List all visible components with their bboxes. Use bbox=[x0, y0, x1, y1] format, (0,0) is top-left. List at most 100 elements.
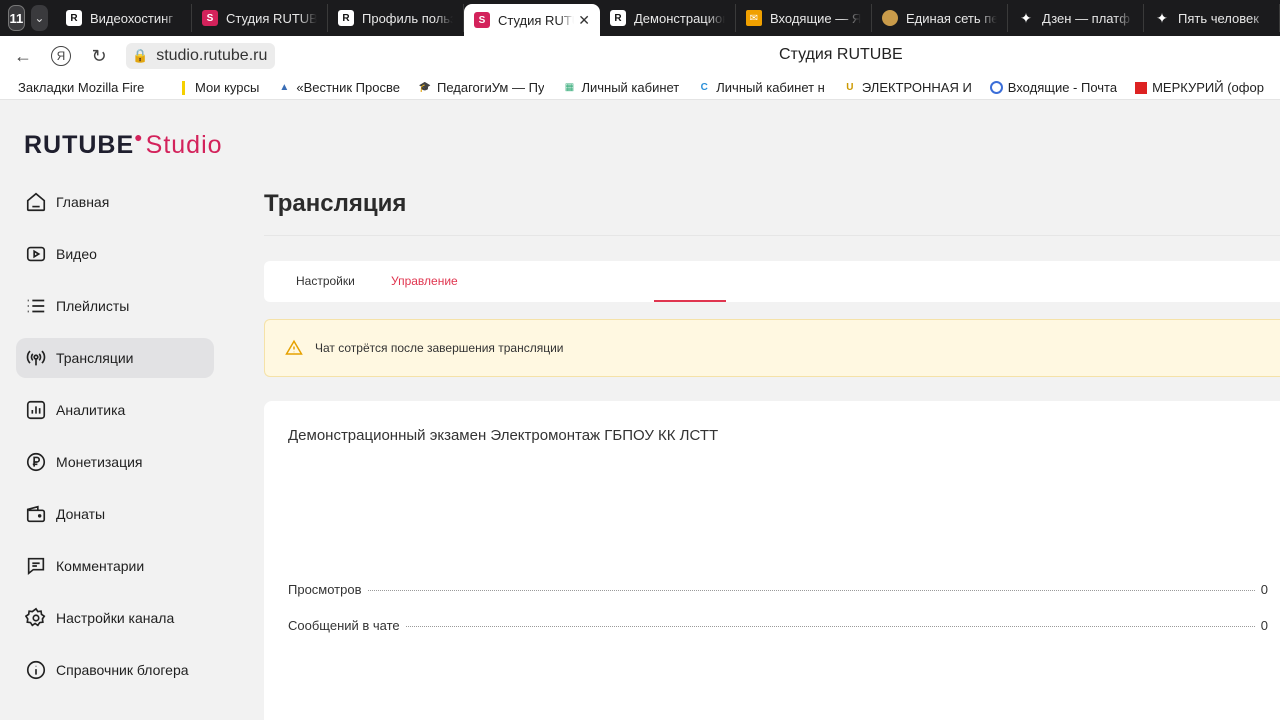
bookmark-item[interactable]: ▦ Личный кабинет bbox=[562, 80, 680, 95]
browser-tab[interactable]: ✉ Входящие — Я bbox=[736, 4, 872, 32]
logo-text-studio: Studio bbox=[145, 131, 223, 159]
rutube-favicon-icon: R bbox=[338, 10, 354, 26]
sidebar-item-label: Аналитика bbox=[56, 402, 126, 418]
tab-management[interactable]: Управление bbox=[391, 274, 458, 288]
studio-favicon-icon: S bbox=[202, 10, 218, 26]
close-icon[interactable]: ✕ bbox=[578, 12, 590, 29]
sidebar-item-label: Донаты bbox=[56, 506, 106, 522]
sidebar-item-label: Плейлисты bbox=[56, 298, 130, 314]
dotted-leader bbox=[367, 590, 1255, 591]
sidebar-item-analytics[interactable]: Аналитика bbox=[16, 390, 214, 430]
rutube-favicon-icon: R bbox=[66, 10, 82, 26]
sidebar-item-comments[interactable]: Комментарии bbox=[16, 546, 214, 586]
bookmark-item[interactable]: ▲ «Вестник Просве bbox=[277, 80, 400, 95]
sidebar-item-label: Настройки канала bbox=[56, 610, 175, 626]
sidebar-item-home[interactable]: Главная bbox=[16, 182, 214, 222]
back-button[interactable]: ← bbox=[8, 41, 38, 71]
tab-title: Профиль польз bbox=[362, 10, 453, 26]
stat-label: Сообщений в чате bbox=[288, 618, 400, 633]
browser-tab[interactable]: Единая сеть пе bbox=[872, 4, 1008, 32]
tab-counter-button[interactable]: 11 bbox=[8, 5, 25, 31]
bookmark-label: Закладки Mozilla Fire bbox=[18, 80, 145, 95]
bookmark-label: ЭЛЕКТРОННАЯ И bbox=[861, 80, 972, 95]
chevron-down-icon: ⌄ bbox=[34, 11, 45, 25]
tab-title: Дзен — платф bbox=[1042, 10, 1130, 26]
browser-tab[interactable]: R Профиль польз bbox=[328, 4, 464, 32]
bookmark-folder[interactable]: Закладки Mozilla Fire⌵ bbox=[18, 80, 148, 95]
dotted-leader bbox=[405, 626, 1255, 627]
mail-icon: ✉ bbox=[746, 10, 762, 26]
tab-title: Студия RUTUBE bbox=[498, 12, 574, 28]
video-icon bbox=[24, 242, 48, 266]
sidebar-item-video[interactable]: Видео bbox=[16, 234, 214, 274]
bookmark-item[interactable]: U ЭЛЕКТРОННАЯ И bbox=[843, 80, 972, 95]
tab-title: Студия RUTUBE bbox=[226, 10, 317, 26]
broadcast-icon bbox=[24, 346, 48, 370]
bookmark-label: Личный кабинет bbox=[581, 80, 680, 95]
tab-title: Демонстрацион bbox=[634, 10, 725, 26]
stat-value: 0 bbox=[1260, 618, 1268, 633]
yandex-icon: Я bbox=[51, 46, 71, 66]
sidebar-item-playlists[interactable]: Плейлисты bbox=[16, 286, 214, 326]
browser-tab[interactable]: S Студия RUTUBE bbox=[192, 4, 328, 32]
bookmark-label: МЕРКУРИЙ (офор bbox=[1152, 80, 1264, 95]
sidebar-item-channel-settings[interactable]: Настройки канала bbox=[16, 598, 214, 638]
sidebar-item-monetization[interactable]: Монетизация bbox=[16, 442, 214, 482]
home-icon bbox=[24, 190, 48, 214]
tab-title: Единая сеть пе bbox=[906, 10, 997, 26]
bookmark-item[interactable]: C Личный кабинет н bbox=[697, 80, 825, 95]
browser-tab[interactable]: ✦ Дзен — платф bbox=[1008, 4, 1144, 32]
vestnik-icon: ▲ bbox=[279, 82, 290, 93]
stat-views: Просмотров 0 bbox=[288, 582, 1268, 597]
lock-icon: 🔒 bbox=[132, 48, 149, 63]
bookmark-item[interactable]: 🎓 ПедагогиУм — Пу bbox=[418, 80, 545, 95]
stat-value: 0 bbox=[1260, 582, 1268, 597]
bookmark-item[interactable]: Входящие - Почта bbox=[989, 80, 1117, 95]
browser-tab-active[interactable]: S Студия RUTUBE✕ bbox=[464, 4, 600, 36]
rutube-favicon-icon: R bbox=[610, 10, 626, 26]
page-title: Трансляция bbox=[264, 190, 407, 217]
browser-tab[interactable]: R Демонстрацион bbox=[600, 4, 736, 32]
rutube-studio-logo[interactable]: RUTUBE●Studio bbox=[24, 129, 223, 160]
sidebar-item-label: Комментарии bbox=[56, 558, 145, 574]
browser-tab[interactable]: ✦ Пять человек bbox=[1144, 4, 1280, 32]
bookmark-item[interactable]: Мои курсы bbox=[176, 80, 259, 95]
browser-tab[interactable]: R Видеохостинг bbox=[56, 4, 192, 32]
tab-title: Пять человек bbox=[1178, 10, 1259, 26]
bookmark-item[interactable]: МЕРКУРИЙ (офор bbox=[1135, 80, 1264, 95]
bookmark-label: Мои курсы bbox=[195, 80, 260, 95]
reload-icon: ↻ bbox=[91, 45, 107, 66]
tab-settings[interactable]: Настройки bbox=[296, 274, 355, 288]
tab-list-button[interactable]: ⌄ bbox=[30, 5, 48, 31]
comment-icon bbox=[24, 554, 48, 578]
sidebar-item-blogger-guide[interactable]: Справочник блогера bbox=[16, 650, 214, 690]
star-icon: ✦ bbox=[1020, 9, 1032, 26]
title-divider bbox=[264, 235, 1280, 236]
cube-icon bbox=[1135, 81, 1148, 94]
bookmark-label: Личный кабинет н bbox=[716, 80, 825, 95]
wallet-icon bbox=[24, 502, 48, 526]
logo-text-rutube: RUTUBE bbox=[24, 131, 135, 159]
sidebar-item-broadcasts[interactable]: Трансляции bbox=[16, 338, 214, 378]
sidebar-item-donations[interactable]: Донаты bbox=[16, 494, 214, 534]
sidebar: Главная Видео Плейлисты Трансляции Анали… bbox=[16, 182, 214, 702]
warning-text: Чат сотрётся после завершения трансляции bbox=[315, 341, 564, 355]
arrow-left-icon: ← bbox=[14, 45, 32, 66]
chat-warning-banner: Чат сотрётся после завершения трансляции bbox=[264, 319, 1280, 377]
gear-icon bbox=[24, 606, 48, 630]
sidebar-item-label: Справочник блогера bbox=[56, 662, 189, 678]
star-icon: ✦ bbox=[1156, 9, 1168, 26]
url-field[interactable]: 🔒 studio.rutube.ru bbox=[126, 43, 276, 69]
active-tab-underline bbox=[654, 300, 726, 302]
emblem-icon bbox=[882, 10, 898, 26]
tab-title: Входящие — Я bbox=[770, 10, 861, 26]
analytics-icon bbox=[24, 398, 48, 422]
bookmark-label: ПедагогиУм — Пу bbox=[436, 80, 545, 95]
cap-icon: 🎓 bbox=[418, 82, 432, 93]
stat-chat-messages: Сообщений в чате 0 bbox=[288, 618, 1268, 633]
yandex-button[interactable]: Я bbox=[46, 41, 76, 71]
reload-button[interactable]: ↻ bbox=[84, 41, 114, 71]
url-text: studio.rutube.ru bbox=[156, 47, 268, 64]
mail-ring-icon bbox=[989, 81, 1003, 94]
studio-favicon-icon: S bbox=[474, 12, 490, 28]
